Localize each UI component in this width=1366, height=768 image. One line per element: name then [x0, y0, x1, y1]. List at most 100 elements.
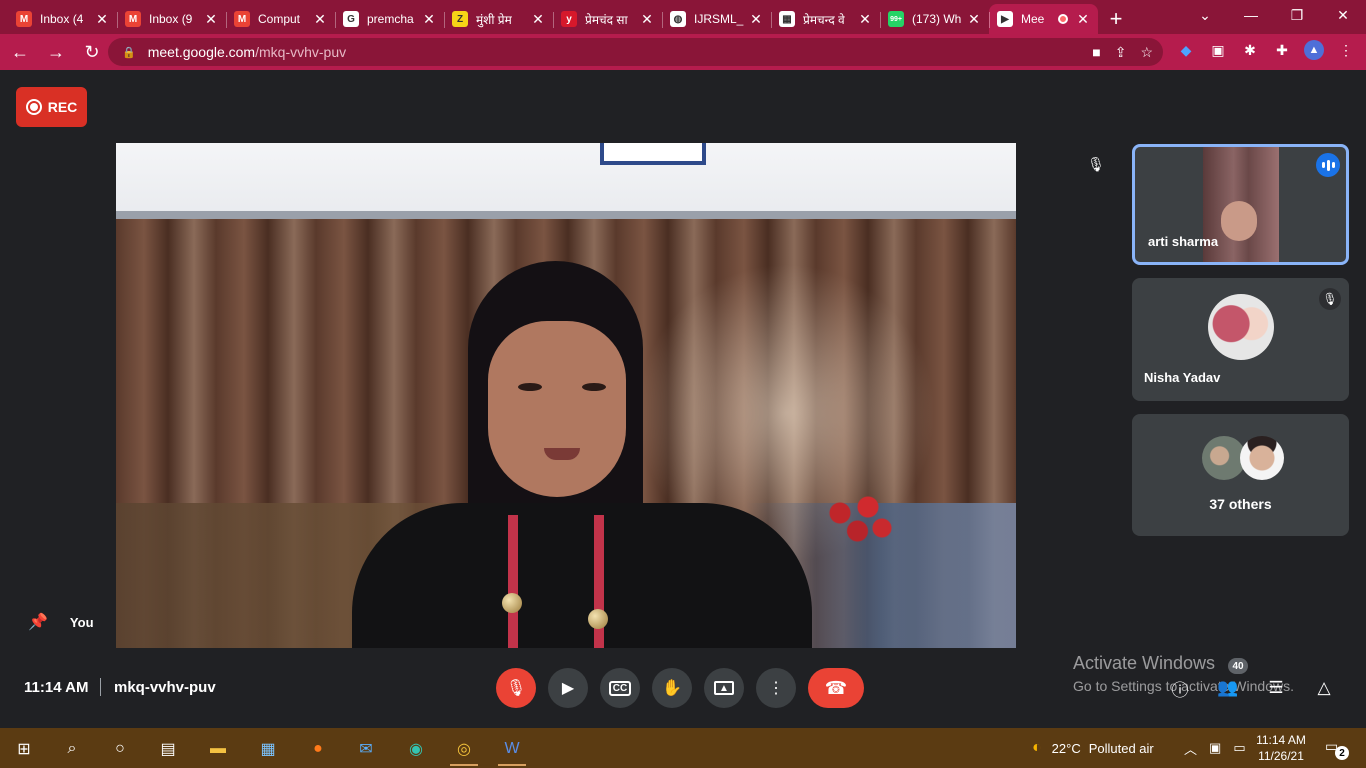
browser-tab[interactable]: 99+ (173) Wh ✕ — [880, 4, 989, 34]
forward-icon[interactable]: → — [40, 36, 72, 68]
site-icon: ▦ — [779, 11, 795, 27]
browser-tab[interactable]: ▶ Mee ✕ — [989, 4, 1098, 34]
tab-close-icon[interactable]: ✕ — [422, 11, 436, 28]
extensions-puzzle-icon[interactable]: ✚ — [1272, 40, 1292, 60]
tab-close-icon[interactable]: ✕ — [1076, 11, 1090, 28]
store-icon[interactable]: ▦ — [248, 732, 288, 766]
address-bar[interactable]: 🔒 meet.google.com/mkq-vvhv-puv ■ ⇪ ☆ — [108, 38, 1163, 66]
gmail-icon: M — [16, 11, 32, 27]
tab-close-icon[interactable]: ✕ — [204, 11, 218, 28]
profile-avatar[interactable]: ▲ — [1304, 40, 1324, 60]
activities-button[interactable]: △ — [1312, 676, 1336, 700]
tab-search-icon[interactable]: ⌄ — [1182, 0, 1228, 30]
participant-tile-nisha[interactable]: 🎙 Nisha Yadav — [1132, 278, 1349, 401]
lock-icon[interactable]: 🔒 — [122, 46, 136, 59]
participant-tile-others[interactable]: 37 others — [1132, 414, 1349, 536]
gmail-icon: M — [234, 11, 250, 27]
tab-close-icon[interactable]: ✕ — [531, 11, 545, 28]
cortana-icon[interactable]: ○ — [100, 732, 140, 766]
pin-icon[interactable]: 📌 — [28, 612, 48, 632]
tab-strip: M Inbox (4 ✕ M Inbox (9 ✕ M Comput ✕ Gpremcha ✕ Z मु… — [8, 4, 1098, 34]
browser-tab-bar: M Inbox (4 ✕ M Inbox (9 ✕ M Comput ✕ Gpremcha ✕ Z मु… — [0, 0, 1366, 34]
tab-close-icon[interactable]: ✕ — [640, 11, 654, 28]
meeting-details-button[interactable]: ⓘ — [1168, 676, 1192, 700]
taskbar-clock[interactable]: 11:14 AM 11/26/21 — [1251, 732, 1311, 764]
new-tab-button[interactable]: + — [1098, 4, 1134, 34]
taskbar-date: 11/26/21 — [1258, 749, 1304, 763]
captions-button[interactable]: CC — [600, 668, 640, 708]
chat-button[interactable]: ☰ — [1264, 676, 1288, 700]
notification-center-icon[interactable]: ▭ 2 — [1325, 738, 1349, 760]
participant-tile-speaker[interactable]: arti sharma — [1132, 144, 1349, 265]
tab-close-icon[interactable]: ✕ — [967, 11, 981, 28]
activities-icon: △ — [1317, 678, 1331, 697]
chrome-taskbar-icon[interactable]: ◎ — [444, 732, 484, 766]
main-mic-off-icon: 🎙 — [1087, 155, 1105, 172]
camera-button[interactable]: ▶ — [548, 668, 588, 708]
globe-icon: ◍ — [670, 11, 686, 27]
windows-start-icon[interactable]: ⊞ — [4, 732, 44, 766]
tab-title: Mee — [1021, 12, 1045, 26]
tab-close-icon[interactable]: ✕ — [313, 11, 327, 28]
chrome-menu-icon[interactable]: ⋮ — [1336, 40, 1356, 60]
tab-title: premcha — [367, 12, 414, 26]
z-icon: Z — [452, 11, 468, 27]
tab-close-icon[interactable]: ✕ — [749, 11, 763, 28]
browser-tab[interactable]: M Inbox (4 ✕ — [8, 4, 117, 34]
tab-title: (173) Wh — [912, 12, 962, 26]
meet-tray-icon[interactable]: ▣ — [1209, 740, 1221, 756]
browser-tab[interactable]: Z मुंशी प्रेम ✕ — [444, 4, 553, 34]
extension-asterisk-icon[interactable]: ✱ — [1240, 40, 1260, 60]
firefox-icon[interactable]: ● — [298, 732, 338, 766]
people-button[interactable]: 👥 — [1216, 676, 1240, 700]
browser-tab[interactable]: M Comput ✕ — [226, 4, 335, 34]
task-view-icon[interactable]: ▤ — [148, 732, 188, 766]
video-coat-button — [588, 609, 608, 629]
whatsapp-icon: 99+ — [888, 11, 904, 27]
extension-diamond-icon[interactable]: ◆ — [1176, 40, 1196, 60]
camera-indicator-icon[interactable]: ■ — [1092, 44, 1100, 61]
minimize-icon[interactable]: — — [1228, 0, 1274, 30]
extension-save-icon[interactable]: ▣ — [1208, 40, 1228, 60]
browser-tab[interactable]: y प्रेमचंद सा ✕ — [553, 4, 662, 34]
leave-call-button[interactable]: ☎ — [808, 668, 864, 708]
present-screen-button[interactable]: ▲ — [704, 668, 744, 708]
tab-recording-icon — [1058, 14, 1068, 24]
weather-widget[interactable]: ◐ 22°C Polluted air — [1032, 728, 1154, 768]
people-count-badge: 40 — [1228, 658, 1248, 674]
present-icon: ▲ — [714, 681, 734, 695]
bookmark-star-icon[interactable]: ☆ — [1140, 44, 1153, 61]
battery-icon[interactable]: ▭ — [1233, 740, 1245, 756]
weather-air: Polluted air — [1088, 740, 1154, 756]
microphone-off-button[interactable]: 🎙 — [496, 668, 536, 708]
tab-title: IJRSML_ — [694, 12, 744, 26]
main-speaker-video[interactable] — [116, 143, 1016, 648]
raise-hand-button[interactable]: ✋ — [652, 668, 692, 708]
word-taskbar-icon[interactable]: W — [492, 732, 532, 766]
participant-name: arti sharma — [1148, 234, 1219, 249]
browser-tab[interactable]: Gpremcha ✕ — [335, 4, 444, 34]
video-picture-frame — [600, 143, 706, 165]
back-icon[interactable]: ← — [4, 36, 36, 68]
close-window-icon[interactable]: ✕ — [1320, 0, 1366, 30]
tab-close-icon[interactable]: ✕ — [95, 11, 109, 28]
reload-icon[interactable]: ↻ — [76, 36, 108, 68]
browser-tab[interactable]: ▦ प्रेमचन्द वे ✕ — [771, 4, 880, 34]
recording-indicator[interactable]: REC — [16, 87, 87, 127]
mail-icon[interactable]: ✉ — [346, 732, 386, 766]
search-icon[interactable]: ⌕ — [52, 732, 92, 766]
tab-title: Inbox (4 — [40, 12, 84, 26]
tab-close-icon[interactable]: ✕ — [858, 11, 872, 28]
restore-icon[interactable]: ❐ — [1274, 0, 1320, 30]
windows-taskbar: ⊞ ⌕ ○ ▤ ▬ ▦ ● ✉ ◉ ◎ W ◐ 22°C Polluted ai… — [0, 728, 1366, 768]
video-person-face — [488, 321, 626, 497]
share-icon[interactable]: ⇪ — [1115, 44, 1127, 61]
google-icon: G — [343, 11, 359, 27]
more-options-button[interactable]: ⋮ — [756, 668, 796, 708]
self-view-label: 📌 You — [28, 612, 94, 632]
browser-tab[interactable]: M Inbox (9 ✕ — [117, 4, 226, 34]
tray-chevron-icon[interactable]: ︿ — [1184, 739, 1197, 758]
browser-tab[interactable]: ◍ IJRSML_ ✕ — [662, 4, 771, 34]
file-explorer-icon[interactable]: ▬ — [198, 732, 238, 766]
edge-icon[interactable]: ◉ — [396, 732, 436, 766]
